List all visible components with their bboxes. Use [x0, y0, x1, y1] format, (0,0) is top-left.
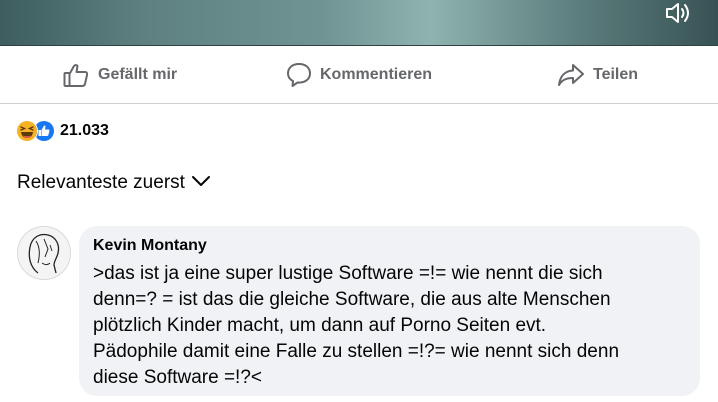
post-action-bar: Gefällt mir Kommentieren Teilen [0, 45, 718, 104]
share-arrow-icon [557, 61, 585, 89]
chevron-down-icon [191, 172, 211, 194]
share-button[interactable]: Teilen [557, 61, 638, 89]
comment-bubble: Kevin Montany >das ist ja eine super lus… [79, 226, 700, 396]
reaction-count: 21.033 [60, 122, 109, 139]
like-button[interactable]: Gefällt mir [62, 61, 177, 89]
sort-label: Relevanteste zuerst [17, 172, 185, 193]
avatar-sketch-icon [18, 227, 70, 279]
comment-text: >das ist ja eine super lustige Software … [93, 263, 620, 388]
volume-icon[interactable] [664, 0, 692, 31]
comment-sort-dropdown[interactable]: Relevanteste zuerst [17, 172, 211, 194]
avatar[interactable] [17, 226, 71, 280]
thumbs-up-icon [62, 61, 90, 89]
share-label: Teilen [593, 66, 639, 83]
comment-author[interactable]: Kevin Montany [93, 236, 686, 256]
video-player[interactable] [0, 0, 718, 46]
laugh-emoji-icon [16, 120, 38, 142]
reaction-summary[interactable]: 21.033 [16, 120, 109, 142]
comment-bubble-icon [286, 61, 312, 89]
comment-button[interactable]: Kommentieren [286, 61, 432, 89]
comment-label: Kommentieren [320, 66, 433, 83]
like-label: Gefällt mir [98, 66, 178, 83]
